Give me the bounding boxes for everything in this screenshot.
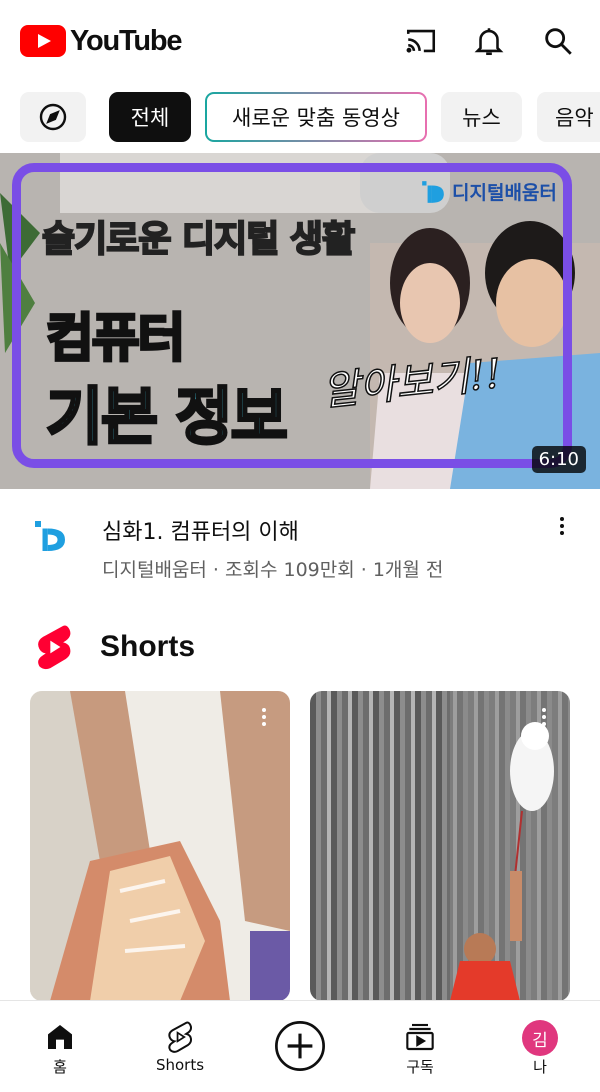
thumbnail-brand: 디지털배움터 (420, 178, 557, 205)
chip-news[interactable]: 뉴스 (441, 92, 522, 142)
short-thumbnail-2 (450, 691, 570, 1001)
youtube-logo[interactable]: YouTube (20, 24, 183, 58)
search-icon[interactable] (541, 24, 575, 58)
nav-subscriptions[interactable]: 구독 (360, 1001, 480, 1092)
channel-avatar[interactable] (32, 518, 68, 554)
video-more-options-icon[interactable] (558, 514, 566, 540)
avatar: 김 (522, 1020, 558, 1056)
nav-shorts[interactable]: Shorts (120, 1001, 240, 1092)
video-duration: 6:10 (531, 446, 586, 473)
short-thumbnail-1 (30, 691, 290, 1001)
short-2-more-options-icon[interactable] (540, 705, 548, 731)
cast-icon[interactable] (404, 24, 438, 58)
top-app-bar: YouTube (0, 0, 600, 82)
compass-icon (39, 103, 67, 131)
chip-new-for-you-label: 새로운 맞춤 동영상 (207, 94, 425, 140)
thumbnail-headline-accent: 기본 정보 (45, 379, 290, 455)
nav-create[interactable] (240, 1001, 360, 1092)
youtube-play-icon (20, 25, 66, 57)
shorts-logo-icon (38, 625, 71, 670)
nav-shorts-label: Shorts (155, 1056, 205, 1074)
explore-chip[interactable] (20, 92, 86, 142)
nav-subscriptions-label: 구독 (406, 1058, 434, 1076)
subscriptions-icon (406, 1023, 434, 1051)
short-1-more-options-icon[interactable] (260, 705, 268, 731)
category-chips: 전체 새로운 맞춤 동영상 뉴스 음악 (0, 92, 600, 142)
chip-new-for-you[interactable]: 새로운 맞춤 동영상 (205, 92, 427, 142)
short-card-1[interactable] (30, 691, 290, 1001)
nav-home[interactable]: 홈 (0, 1001, 120, 1092)
bottom-navigation: 홈 Shorts 구독 김 나 (0, 1000, 600, 1092)
thumbnail-headline-small: 슬기로운 디지털 생활 (41, 218, 356, 261)
create-plus-icon (275, 1021, 325, 1071)
thumbnail-headline: 컴퓨터 (45, 308, 188, 371)
video-metadata: 디지털배움터 · 조회수 109만회 · 1개월 전 (102, 559, 444, 581)
shorts-section-header: Shorts (32, 622, 195, 672)
chip-music[interactable]: 음악 (537, 92, 600, 142)
shorts-icon (168, 1021, 192, 1053)
bell-icon[interactable] (472, 24, 506, 58)
shorts-title: Shorts (100, 630, 196, 663)
digital-learning-logo-icon (422, 180, 444, 203)
video-title[interactable]: 심화1. 컴퓨터의 이해 (102, 514, 299, 546)
home-icon (48, 1025, 72, 1049)
logo-text: YouTube (70, 24, 183, 57)
nav-home-label: 홈 (53, 1058, 67, 1076)
nav-you-label: 나 (533, 1058, 547, 1076)
nav-you[interactable]: 김 나 (480, 1001, 600, 1092)
chip-all[interactable]: 전체 (109, 92, 191, 142)
short-card-2[interactable] (310, 691, 570, 1001)
thumbnail-brand-text: 디지털배움터 (452, 182, 557, 204)
